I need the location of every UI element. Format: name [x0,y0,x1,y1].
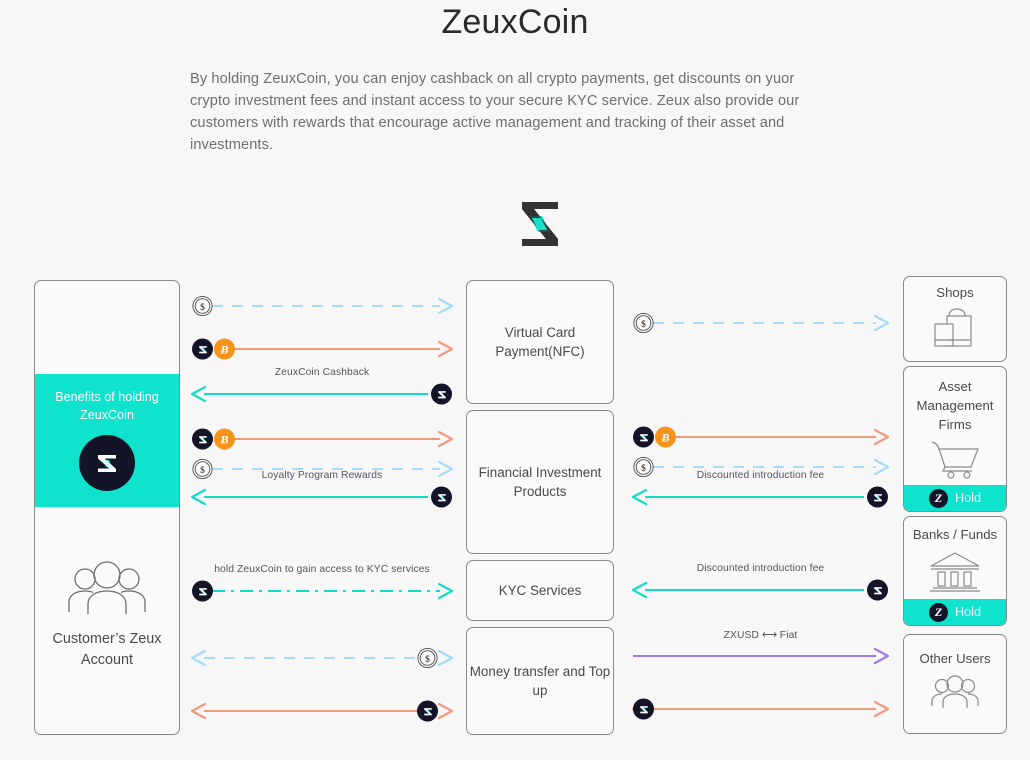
flow-invest-crypto-out: Ƀ [192,426,454,452]
service-box-financial-investment[interactable]: Financial Investment Products [466,410,614,554]
bitcoin-icon: Ƀ [214,338,235,360]
bank-building-icon [927,550,983,599]
service-label: Financial Investment Products [478,465,602,499]
zeuxcoin-icon [192,338,213,360]
service-box-kyc-services[interactable]: KYC Services [466,560,614,621]
zeuxcoin-icon: Z [929,602,949,622]
zeuxcoin-icon [867,486,888,508]
diagram-canvas: ZeuxCoin By holding ZeuxCoin, you can en… [0,0,1030,760]
flow-label: Discounted introduction fee [696,563,825,574]
zeuxcoin-icon [633,698,654,720]
party-box-banks-funds[interactable]: Banks / Funds Z Hold [903,516,1007,626]
bitcoin-icon: Ƀ [655,426,676,448]
flow-asset-crypto: Ƀ [633,424,890,450]
customer-box-top-spacer [35,281,179,374]
flow-loyalty-in: Loyalty Program Rewards [190,470,452,510]
flow-label: ZXUSD ⟷ Fiat [723,630,798,641]
flow-banks-discount: Discounted introduction fee [631,563,888,603]
zeuxcoin-icon [431,383,452,405]
dollar-coin-icon: $ [633,312,654,334]
flow-kyc-access: hold ZeuxCoin to gain access to KYC serv… [192,564,454,604]
zeuxcoin-icon: Z [929,488,949,508]
benefits-label: Benefits of holding ZeuxCoin [55,390,159,422]
party-box-shops[interactable]: Shops [903,276,1007,362]
party-title: Shops [936,285,974,300]
users-group-icon [929,674,981,715]
zeux-z-logo-icon [512,198,568,250]
party-title: Banks / Funds [912,527,998,542]
party-box-other-users[interactable]: Other Users [903,634,1007,734]
hold-label: Hold [955,604,981,619]
service-label: Money transfer and Top up [469,664,611,698]
bitcoin-icon: Ƀ [214,428,235,450]
users-group-icon [64,560,150,621]
flow-cashback-in: ZeuxCoin Cashback [190,367,452,407]
shopping-bags-icon [927,308,983,355]
hold-label: Hold [955,490,981,505]
flow-topup-zeux [190,698,454,724]
dollar-coin-icon: $ [192,295,213,317]
svg-text:$: $ [641,319,646,330]
page-title: ZeuxCoin [441,3,589,41]
zeuxcoin-icon [633,426,654,448]
benefits-band: Benefits of holding ZeuxCoin [35,374,179,507]
flow-card-fiat-out: $ [192,293,454,319]
flow-zxusd-fiat: ZXUSD ⟷ Fiat [633,630,890,669]
service-box-money-transfer[interactable]: Money transfer and Top up [466,627,614,735]
customer-account-lower: Customer’s Zeux Account [35,507,179,734]
hold-badge-asset: Z Hold [904,485,1006,511]
party-title: Asset Management Firms [916,379,994,432]
flow-label: hold ZeuxCoin to gain access to KYC serv… [214,564,430,575]
flow-label: ZeuxCoin Cashback [274,367,370,378]
hold-badge-banks: Z Hold [904,599,1006,625]
customer-account-label: Customer’s Zeux Account [52,631,162,668]
service-label: KYC Services [498,583,582,598]
customer-account-box[interactable]: Benefits of holding ZeuxCoin Customer’s … [34,280,180,735]
service-box-virtual-card[interactable]: Virtual Card Payment(NFC) [466,280,614,404]
flow-shops-fiat: $ [633,310,890,336]
service-label: Virtual Card Payment(NFC) [495,325,585,359]
party-title: Other Users [919,651,991,666]
flow-label: Loyalty Program Rewards [261,470,383,481]
intro-paragraph: By holding ZeuxCoin, you can enjoy cashb… [190,71,800,153]
flow-label: Discounted introduction fee [696,470,825,481]
zeuxcoin-icon [192,428,213,450]
flow-asset-discount: Discounted introduction fee [631,470,888,510]
dollar-coin-icon: $ [417,647,438,669]
zeuxcoin-icon [867,579,888,601]
flow-other-users-zeux [631,696,890,722]
svg-text:$: $ [200,302,205,313]
party-box-asset-management-firms[interactable]: Asset Management Firms Z Hold [903,366,1007,512]
zeuxcoin-icon [417,700,438,722]
flow-card-crypto-out: Ƀ [192,336,454,362]
zeuxcoin-icon [431,486,452,508]
zeuxcoin-icon [192,580,213,602]
shopping-cart-icon [926,440,984,485]
flow-topup-fiat: $ [190,645,454,671]
zeuxcoin-icon [79,435,135,491]
svg-text:$: $ [425,654,430,665]
